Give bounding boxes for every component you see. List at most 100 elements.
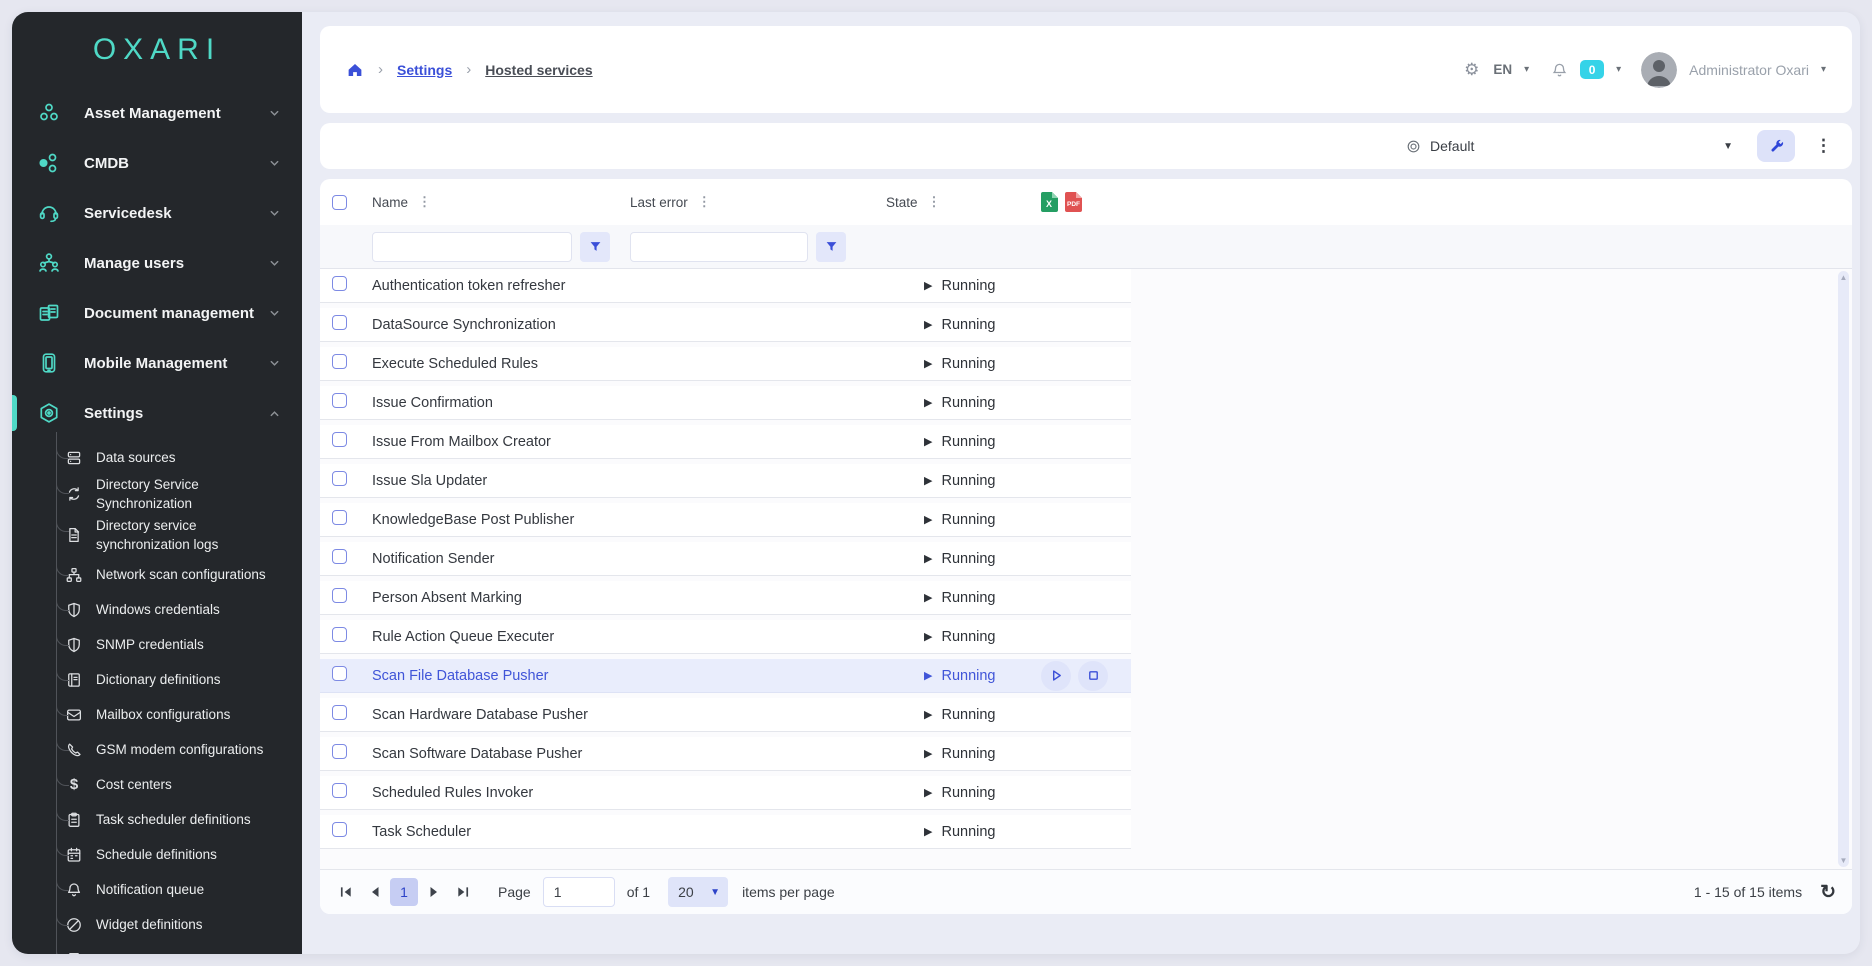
sidebar-item-label: Manage users	[84, 255, 269, 272]
table-row-rule-action-queue-executer[interactable]: Rule Action Queue Executer▶Running	[320, 620, 1131, 654]
table-row-issue-from-mailbox-creator[interactable]: Issue From Mailbox Creator▶Running	[320, 425, 1131, 459]
sidebar-item-servicedesk[interactable]: Servicedesk	[12, 188, 302, 238]
chevron-down-icon[interactable]: ▾	[1821, 64, 1826, 75]
row-checkbox[interactable]	[332, 705, 347, 720]
page-number-input[interactable]	[543, 877, 615, 907]
table-row-person-absent-marking[interactable]: Person Absent Marking▶Running	[320, 581, 1131, 615]
more-options-menu-button[interactable]: ⋮	[1809, 134, 1838, 158]
running-play-icon: ▶	[924, 435, 932, 448]
submenu-item-gsm-modem-configurations[interactable]: GSM modem configurations	[12, 732, 302, 767]
row-checkbox[interactable]	[332, 393, 347, 408]
table-row-task-scheduler[interactable]: Task Scheduler▶Running	[320, 815, 1131, 849]
submenu-item-data-sources[interactable]: Data sources	[12, 440, 302, 475]
submenu-item-dictionary-definitions[interactable]: Dictionary definitions	[12, 662, 302, 697]
sidebar-item-mobile-management[interactable]: Mobile Management	[12, 338, 302, 388]
table-row-knowledgebase-post-publisher[interactable]: KnowledgeBase Post Publisher▶Running	[320, 503, 1131, 537]
table-row-datasource-synchronization[interactable]: DataSource Synchronization▶Running	[320, 308, 1131, 342]
table-row-scan-software-database-pusher[interactable]: Scan Software Database Pusher▶Running	[320, 737, 1131, 771]
sidebar-item-settings[interactable]: Settings	[12, 388, 302, 438]
table-row-issue-sla-updater[interactable]: Issue Sla Updater▶Running	[320, 464, 1131, 498]
breadcrumb-settings-link[interactable]: Settings	[397, 62, 452, 78]
user-name[interactable]: Administrator Oxari	[1689, 62, 1809, 78]
last-page-button[interactable]	[448, 878, 476, 906]
name-filter-input[interactable]	[372, 232, 572, 262]
export-excel-icon[interactable]: X	[1041, 192, 1058, 212]
first-page-button[interactable]	[332, 878, 360, 906]
row-checkbox[interactable]	[332, 744, 347, 759]
column-header-state[interactable]: State	[886, 195, 918, 210]
table-row-authentication-token-refresher[interactable]: Authentication token refresher▶Running	[320, 269, 1131, 303]
view-selector-dropdown[interactable]: Default ▼	[1398, 130, 1743, 162]
sidebar-item-cmdb[interactable]: CMDB	[12, 138, 302, 188]
scroll-up-icon[interactable]: ▲	[1838, 273, 1849, 282]
submenu-item-mailbox-configurations[interactable]: Mailbox configurations	[12, 697, 302, 732]
notifications-bell-icon[interactable]	[1551, 61, 1568, 79]
last-error-filter-button[interactable]	[816, 232, 846, 262]
table-row-issue-confirmation[interactable]: Issue Confirmation▶Running	[320, 386, 1131, 420]
row-checkbox[interactable]	[332, 432, 347, 447]
next-page-button[interactable]	[420, 878, 448, 906]
column-header-last-error[interactable]: Last error	[630, 195, 688, 210]
submenu-item-directory-service-synchronization-logs[interactable]: Directory service synchronization logs	[12, 513, 302, 557]
submenu-item-task-scheduler-definitions[interactable]: Task scheduler definitions	[12, 802, 302, 837]
stop-service-button[interactable]	[1078, 661, 1108, 691]
row-checkbox[interactable]	[332, 510, 347, 525]
language-selector[interactable]: EN	[1493, 62, 1512, 77]
scroll-down-icon[interactable]: ▼	[1838, 856, 1849, 865]
submenu-item-forms[interactable]: Forms	[12, 942, 302, 954]
cost-centers-icon: $	[64, 775, 84, 795]
vertical-scrollbar[interactable]: ▲ ▼	[1838, 271, 1849, 867]
submenu-item-network-scan-configurations[interactable]: Network scan configurations	[12, 557, 302, 592]
notification-count-badge[interactable]: 0	[1580, 60, 1604, 79]
column-menu-icon[interactable]: ⋮	[418, 194, 431, 210]
refresh-icon[interactable]: ↻	[1820, 883, 1836, 902]
chevron-down-icon[interactable]: ▾	[1616, 64, 1621, 75]
table-row-execute-scheduled-rules[interactable]: Execute Scheduled Rules▶Running	[320, 347, 1131, 381]
row-checkbox[interactable]	[332, 549, 347, 564]
column-menu-icon[interactable]: ⋮	[928, 194, 941, 210]
service-name: Issue Confirmation	[372, 395, 630, 411]
sidebar-item-manage-users[interactable]: Manage users	[12, 238, 302, 288]
row-checkbox[interactable]	[332, 588, 347, 603]
row-checkbox[interactable]	[332, 822, 347, 837]
submenu-item-windows-credentials[interactable]: Windows credentials	[12, 592, 302, 627]
row-checkbox[interactable]	[332, 315, 347, 330]
select-all-checkbox[interactable]	[332, 195, 347, 210]
sidebar-item-document-management[interactable]: Document management	[12, 288, 302, 338]
page-1-button[interactable]: 1	[390, 878, 418, 906]
row-checkbox[interactable]	[332, 354, 347, 369]
table-row-scan-hardware-database-pusher[interactable]: Scan Hardware Database Pusher▶Running	[320, 698, 1131, 732]
home-icon[interactable]	[346, 61, 364, 79]
chevron-down-icon[interactable]: ▾	[1524, 64, 1529, 75]
submenu-item-directory-service-synchronization[interactable]: Directory Service Synchronization	[12, 475, 302, 513]
page-size-dropdown[interactable]: 20 ▼	[668, 877, 728, 907]
grid-settings-wrench-button[interactable]	[1757, 130, 1795, 162]
submenu-item-widget-definitions[interactable]: Widget definitions	[12, 907, 302, 942]
settings-gear-icon[interactable]: ⚙	[1464, 60, 1479, 80]
previous-page-button[interactable]	[360, 878, 388, 906]
avatar[interactable]	[1641, 52, 1677, 88]
breadcrumb-current-page[interactable]: Hosted services	[485, 62, 592, 78]
submenu-item-schedule-definitions[interactable]: Schedule definitions	[12, 837, 302, 872]
column-menu-icon[interactable]: ⋮	[698, 194, 711, 210]
table-row-scan-file-database-pusher[interactable]: Scan File Database Pusher▶Running	[320, 659, 1131, 693]
main-menu: Asset ManagementCMDBServicedesk Manage us…	[12, 88, 302, 438]
export-pdf-icon[interactable]: PDF	[1065, 192, 1082, 212]
submenu-item-cost-centers[interactable]: $Cost centers	[12, 767, 302, 802]
column-header-name[interactable]: Name	[372, 195, 408, 210]
row-checkbox[interactable]	[332, 783, 347, 798]
table-row-scheduled-rules-invoker[interactable]: Scheduled Rules Invoker▶Running	[320, 776, 1131, 810]
start-service-button[interactable]	[1041, 661, 1071, 691]
running-play-icon: ▶	[924, 591, 932, 604]
row-checkbox[interactable]	[332, 276, 347, 291]
name-filter-button[interactable]	[580, 232, 610, 262]
submenu-item-notification-queue[interactable]: Notification queue	[12, 872, 302, 907]
submenu-item-snmp-credentials[interactable]: SNMP credentials	[12, 627, 302, 662]
row-checkbox[interactable]	[332, 666, 347, 681]
last-error-filter-input[interactable]	[630, 232, 808, 262]
row-checkbox[interactable]	[332, 627, 347, 642]
row-checkbox[interactable]	[332, 471, 347, 486]
sidebar-item-asset-management[interactable]: Asset Management	[12, 88, 302, 138]
forms-icon	[64, 950, 84, 955]
table-row-notification-sender[interactable]: Notification Sender▶Running	[320, 542, 1131, 576]
